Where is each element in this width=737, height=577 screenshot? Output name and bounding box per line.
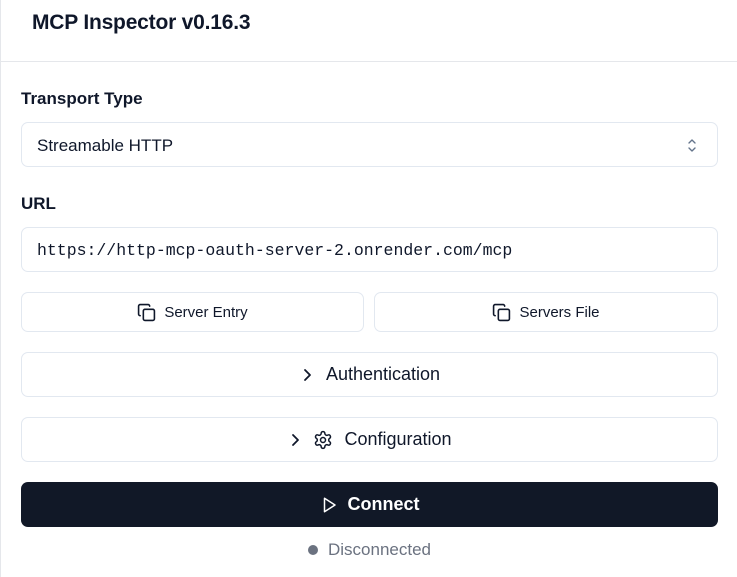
connect-button[interactable]: Connect: [21, 482, 718, 527]
play-icon: [323, 497, 336, 512]
transport-type-select[interactable]: Streamable HTTP: [21, 122, 718, 167]
gear-icon: [315, 430, 332, 449]
connection-status: Disconnected: [1, 540, 737, 560]
chevron-right-icon: [304, 368, 311, 381]
servers-file-button[interactable]: Servers File: [374, 292, 718, 332]
url-label: URL: [21, 194, 56, 213]
servers-file-label: Servers File: [519, 303, 600, 321]
authentication-label: Authentication: [325, 364, 441, 384]
configuration-label: Configuration: [344, 429, 452, 449]
status-text: Disconnected: [327, 540, 431, 559]
chevrons-up-down-icon: [688, 139, 696, 152]
url-value: https://http-mcp-oauth-server-2.onrender…: [37, 241, 513, 260]
app-title: MCP Inspector v0.16.3: [32, 11, 251, 34]
status-dot: [307, 545, 318, 555]
url-input[interactable]: https://http-mcp-oauth-server-2.onrender…: [21, 227, 718, 272]
connect-label: Connect: [347, 494, 420, 514]
transport-type-label: Transport Type: [21, 89, 143, 108]
authentication-toggle-button[interactable]: Authentication: [21, 352, 718, 397]
transport-type-value: Streamable HTTP: [37, 136, 174, 155]
header: MCP Inspector v0.16.3: [1, 0, 737, 62]
copy-icon: [138, 303, 156, 321]
server-entry-label: Server Entry: [164, 303, 248, 321]
configuration-toggle-button[interactable]: Configuration: [21, 417, 718, 462]
sidebar-panel: MCP Inspector v0.16.3 Transport Type Str…: [0, 0, 737, 577]
copy-icon: [493, 303, 511, 321]
server-entry-button[interactable]: Server Entry: [21, 292, 364, 332]
chevron-right-icon: [292, 433, 300, 446]
